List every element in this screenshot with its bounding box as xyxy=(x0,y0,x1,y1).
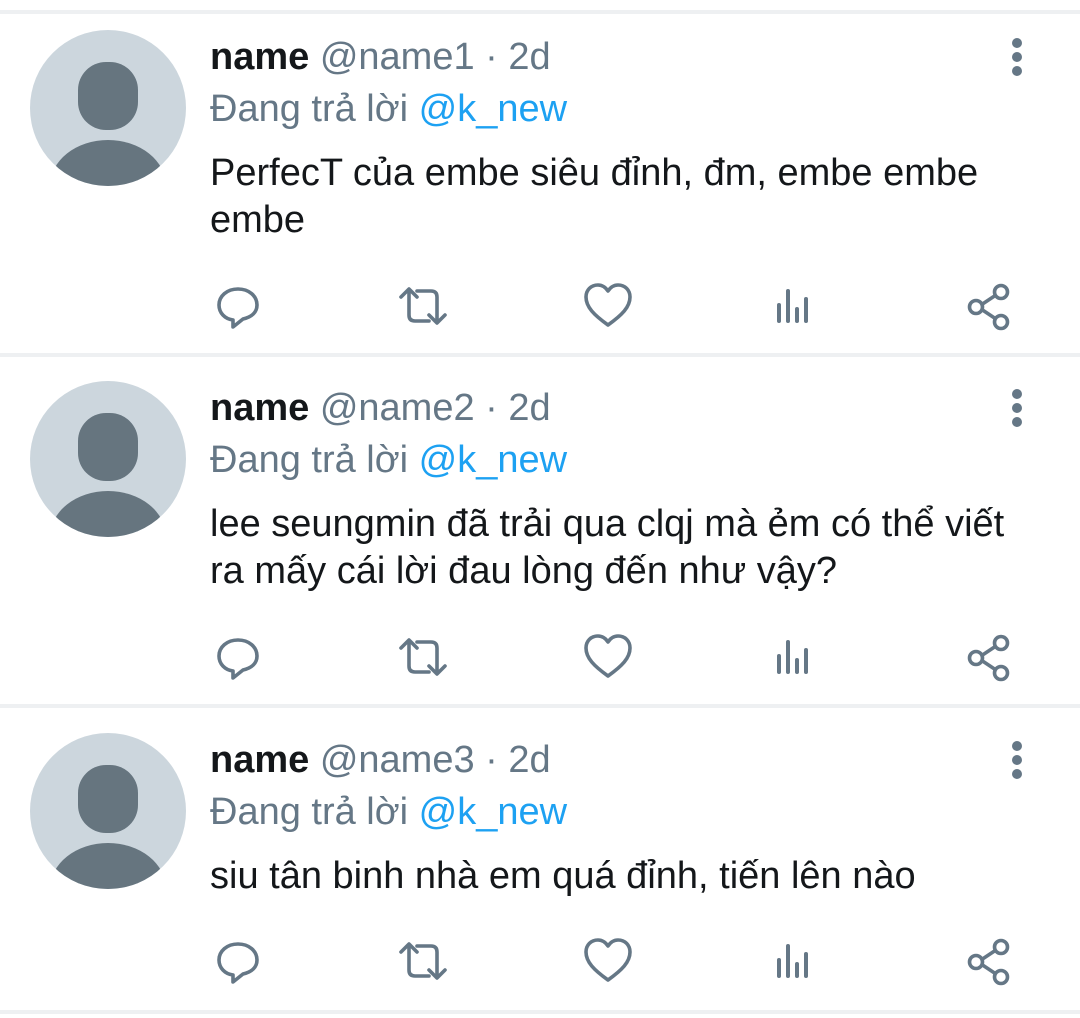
divider xyxy=(0,1010,1080,1014)
default-avatar-icon xyxy=(50,765,166,889)
replying-to: Đang trả lời @k_new xyxy=(210,86,567,132)
tweet-header: name @name3 · 2d xyxy=(210,737,551,783)
more-vertical-icon xyxy=(1012,741,1022,779)
username-handle[interactable]: @name2 xyxy=(320,387,475,429)
divider xyxy=(0,704,1080,708)
analytics-button[interactable] xyxy=(765,278,821,334)
share-button[interactable] xyxy=(960,629,1016,685)
more-vertical-icon xyxy=(1012,38,1022,76)
timestamp[interactable]: 2d xyxy=(508,387,550,429)
avatar[interactable] xyxy=(30,733,186,889)
tweet-text: lee seungmin đã trải qua clqj mà ẻm có t… xyxy=(210,503,1005,592)
analytics-icon xyxy=(777,289,808,323)
tweet-header: name @name1 · 2d xyxy=(210,34,551,80)
reply-button[interactable] xyxy=(210,629,266,685)
tweet-text: siu tân binh nhà em quá đỉnh, tiến lên n… xyxy=(210,855,916,897)
action-bar xyxy=(210,278,1030,334)
replying-to: Đang trả lời @k_new xyxy=(210,437,567,483)
username-handle[interactable]: @name3 xyxy=(320,739,475,781)
reply-icon xyxy=(217,942,259,984)
share-icon xyxy=(967,283,1010,331)
mention-link[interactable]: @k_new xyxy=(419,791,567,833)
retweet-button[interactable] xyxy=(395,278,451,334)
replying-to-label: Đang trả lời xyxy=(210,439,409,481)
like-button[interactable] xyxy=(580,629,636,685)
replying-to: Đang trả lời @k_new xyxy=(210,789,567,835)
analytics-icon xyxy=(777,944,808,978)
reply-icon xyxy=(217,638,259,680)
divider xyxy=(0,353,1080,357)
more-options-button[interactable] xyxy=(996,36,1038,78)
separator-dot: · xyxy=(485,36,498,78)
share-button[interactable] xyxy=(960,278,1016,334)
separator-dot: · xyxy=(485,739,498,781)
display-name[interactable]: name xyxy=(210,739,309,781)
timestamp[interactable]: 2d xyxy=(508,36,550,78)
reply-icon xyxy=(217,287,259,329)
mention-link[interactable]: @k_new xyxy=(419,88,567,130)
retweet-icon xyxy=(399,287,447,325)
display-name[interactable]: name xyxy=(210,387,309,429)
avatar[interactable] xyxy=(30,30,186,186)
like-icon xyxy=(584,634,632,678)
share-icon xyxy=(967,938,1010,986)
default-avatar-icon xyxy=(50,62,166,186)
share-icon xyxy=(967,634,1010,682)
like-button[interactable] xyxy=(580,278,636,334)
retweet-icon xyxy=(399,638,447,676)
separator-dot: · xyxy=(485,387,498,429)
tweet-header: name @name2 · 2d xyxy=(210,385,551,431)
divider xyxy=(0,10,1080,14)
more-options-button[interactable] xyxy=(996,739,1038,781)
display-name[interactable]: name xyxy=(210,36,309,78)
more-vertical-icon xyxy=(1012,389,1022,427)
reply-feed: name @name1 · 2d Đang trả lời @k_new Per… xyxy=(0,0,1080,1018)
replying-to-label: Đang trả lời xyxy=(210,88,409,130)
timestamp[interactable]: 2d xyxy=(508,739,550,781)
replying-to-label: Đang trả lời xyxy=(210,791,409,833)
like-icon xyxy=(584,938,632,982)
username-handle[interactable]: @name1 xyxy=(320,36,475,78)
analytics-button[interactable] xyxy=(765,629,821,685)
retweet-button[interactable] xyxy=(395,933,451,989)
default-avatar-icon xyxy=(50,413,166,537)
like-button[interactable] xyxy=(580,933,636,989)
reply-button[interactable] xyxy=(210,278,266,334)
analytics-button[interactable] xyxy=(765,933,821,989)
action-bar xyxy=(210,629,1030,685)
share-button[interactable] xyxy=(960,933,1016,989)
mention-link[interactable]: @k_new xyxy=(419,439,567,481)
like-icon xyxy=(584,283,632,327)
retweet-button[interactable] xyxy=(395,629,451,685)
avatar[interactable] xyxy=(30,381,186,537)
reply-button[interactable] xyxy=(210,933,266,989)
analytics-icon xyxy=(777,640,808,674)
more-options-button[interactable] xyxy=(996,387,1038,429)
tweet-text: PerfecT của embe siêu đỉnh, đm, embe emb… xyxy=(210,152,979,241)
retweet-icon xyxy=(399,942,447,980)
action-bar xyxy=(210,933,1030,989)
